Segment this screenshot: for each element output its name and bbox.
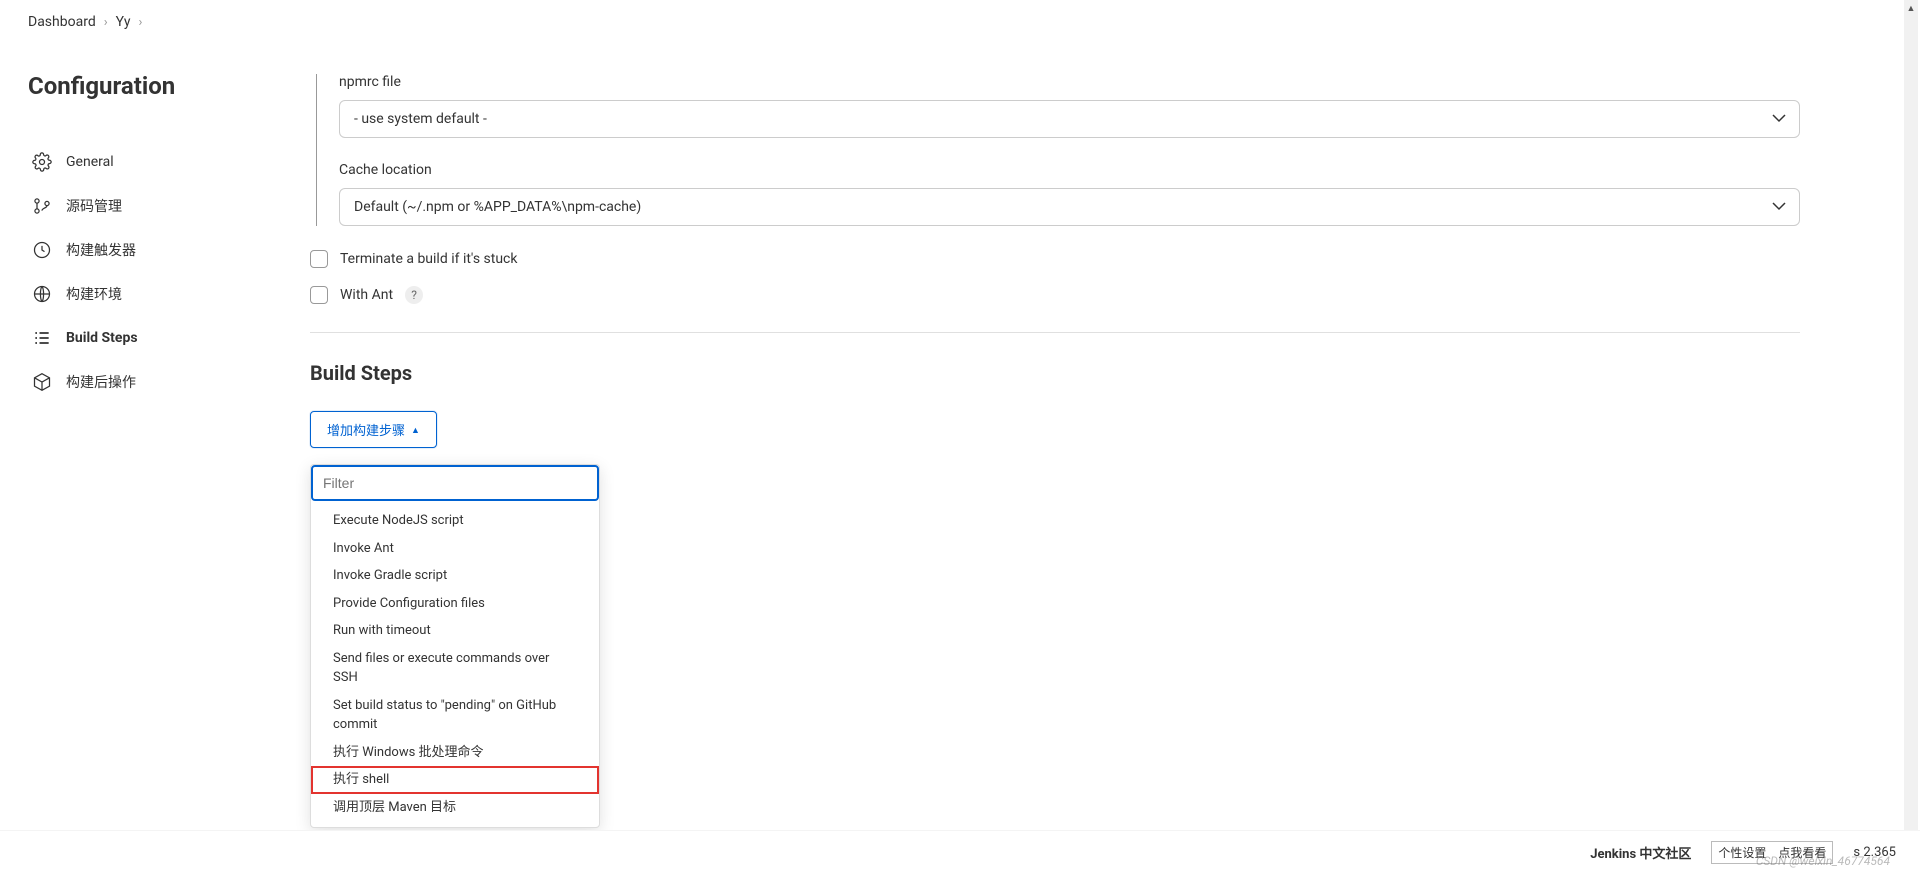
dropdown-item-execute-shell[interactable]: 执行 shell bbox=[311, 766, 599, 794]
sidebar-item-environment[interactable]: 构建环境 bbox=[28, 272, 282, 316]
sidebar-item-triggers[interactable]: 构建触发器 bbox=[28, 228, 282, 272]
sidebar-item-label: 源码管理 bbox=[66, 196, 122, 216]
page-title: Configuration bbox=[28, 72, 282, 100]
dropdown-item[interactable]: Send files or execute commands over SSH bbox=[311, 645, 599, 692]
sidebar-item-scm[interactable]: 源码管理 bbox=[28, 184, 282, 228]
breadcrumb-item-project[interactable]: Yy bbox=[116, 14, 131, 30]
dropdown-item[interactable]: Run with timeout bbox=[311, 617, 599, 645]
package-icon bbox=[32, 372, 52, 392]
list-icon bbox=[32, 328, 52, 348]
dropdown-item[interactable]: Invoke Ant bbox=[311, 535, 599, 563]
dropdown-item[interactable]: Execute NodeJS script bbox=[311, 507, 599, 535]
withant-label: With Ant bbox=[340, 287, 393, 303]
cache-select[interactable]: Default (~/.npm or %APP_DATA%\npm-cache) bbox=[339, 188, 1800, 226]
branch-icon bbox=[32, 196, 52, 216]
dropdown-item[interactable]: 调用顶层 Maven 目标 bbox=[311, 794, 599, 822]
gear-icon bbox=[32, 152, 52, 172]
terminate-checkbox[interactable] bbox=[310, 250, 328, 268]
breadcrumb: Dashboard › Yy › bbox=[0, 0, 1920, 44]
content-area: npmrc file - use system default - Cache … bbox=[310, 44, 1920, 874]
npmrc-label: npmrc file bbox=[339, 74, 1800, 90]
dropdown-item[interactable]: 执行 Windows 批处理命令 bbox=[311, 739, 599, 767]
scrollbar[interactable]: ▲ ▼ bbox=[1904, 0, 1918, 874]
dropdown-item[interactable]: Set build status to "pending" on GitHub … bbox=[311, 692, 599, 739]
scroll-up-arrow[interactable]: ▲ bbox=[1904, 0, 1918, 16]
build-step-dropdown: Execute NodeJS script Invoke Ant Invoke … bbox=[310, 464, 600, 828]
sidebar-item-build-steps[interactable]: Build Steps bbox=[28, 316, 282, 360]
add-build-step-button[interactable]: 增加构建步骤 ▲ bbox=[310, 411, 437, 448]
add-step-label: 增加构建步骤 bbox=[327, 420, 405, 439]
chevron-right-icon: › bbox=[139, 15, 143, 30]
sidebar-item-general[interactable]: General bbox=[28, 140, 282, 184]
withant-checkbox[interactable] bbox=[310, 286, 328, 304]
divider bbox=[310, 332, 1800, 333]
sidebar-item-label: Build Steps bbox=[66, 330, 138, 346]
sidebar-item-label: General bbox=[66, 154, 114, 170]
globe-icon bbox=[32, 284, 52, 304]
sidebar-item-label: 构建环境 bbox=[66, 284, 122, 304]
sidebar-item-label: 构建触发器 bbox=[66, 240, 136, 260]
footer-community-link[interactable]: Jenkins 中文社区 bbox=[1590, 843, 1691, 862]
terminate-label: Terminate a build if it's stuck bbox=[340, 251, 517, 267]
build-steps-title: Build Steps bbox=[310, 361, 1800, 385]
sidebar: Configuration General 源码管理 构建触发器 bbox=[0, 44, 310, 874]
sidebar-item-label: 构建后操作 bbox=[66, 372, 136, 392]
filter-input[interactable] bbox=[311, 465, 599, 501]
dropdown-item[interactable]: Invoke Gradle script bbox=[311, 562, 599, 590]
sidebar-item-post-build[interactable]: 构建后操作 bbox=[28, 360, 282, 404]
cache-label: Cache location bbox=[339, 162, 1800, 178]
dropdown-item[interactable]: Provide Configuration files bbox=[311, 590, 599, 618]
help-icon[interactable]: ? bbox=[405, 286, 423, 304]
clock-icon bbox=[32, 240, 52, 260]
watermark: CSDN @weixin_46774564 bbox=[1756, 854, 1890, 868]
breadcrumb-item-dashboard[interactable]: Dashboard bbox=[28, 14, 96, 30]
chevron-right-icon: › bbox=[104, 15, 108, 30]
footer: Jenkins 中文社区 个性设置 点我看看 s 2.365 bbox=[0, 830, 1920, 874]
npmrc-select[interactable]: - use system default - bbox=[339, 100, 1800, 138]
caret-up-icon: ▲ bbox=[411, 425, 420, 435]
